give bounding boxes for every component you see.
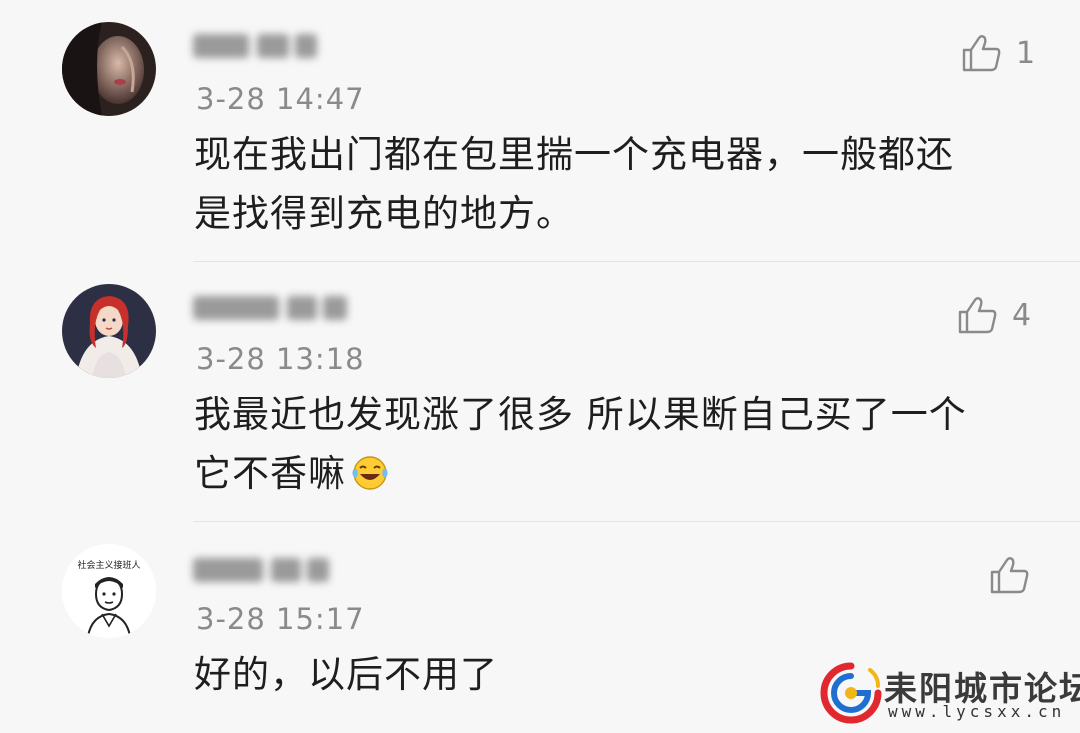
watermark-url: www.lycsxx.cn xyxy=(888,702,1066,721)
comment-text: 我最近也发现涨了很多 所以果断自己买了一个 它不香嘛 xyxy=(194,385,1014,503)
like-count: 1 xyxy=(1016,35,1036,71)
comment-text-line: 现在我出门都在包里揣一个充电器，一般都还 xyxy=(194,133,954,176)
like-button[interactable]: 4 xyxy=(958,296,1031,334)
thumbs-up-icon xyxy=(958,297,997,334)
like-count: 4 xyxy=(1012,297,1032,333)
watermark: 耒阳城市论坛 www.lycsxx.cn xyxy=(820,660,1080,726)
avatar[interactable]: 社会主义接班人 xyxy=(62,544,156,638)
laughing-crying-emoji-icon xyxy=(352,456,388,490)
timestamp: 3-28 13:18 xyxy=(196,342,365,376)
timestamp: 3-28 14:47 xyxy=(196,82,365,116)
comment-text-fragment: 它不香嘛 xyxy=(194,452,346,495)
avatar-caption: 社会主义接班人 xyxy=(77,561,141,571)
comment-text: 现在我出门都在包里揣一个充电器，一般都还 是找得到充电的地方。 xyxy=(194,125,1014,243)
thumbs-up-icon xyxy=(962,35,1001,72)
username[interactable] xyxy=(193,28,321,62)
comment-item: 3-28 13:18 我最近也发现涨了很多 所以果断自己买了一个 它不香嘛 4 xyxy=(0,262,1080,522)
thumbs-up-icon xyxy=(990,557,1029,594)
like-button[interactable]: 1 xyxy=(962,34,1035,72)
username[interactable] xyxy=(193,290,348,324)
comment-text-line: 是找得到充电的地方。 xyxy=(194,192,574,235)
avatar[interactable] xyxy=(62,284,156,378)
forum-logo-icon xyxy=(820,662,882,724)
timestamp: 3-28 15:17 xyxy=(196,602,365,636)
comment-item: 3-28 14:47 现在我出门都在包里揣一个充电器，一般都还 是找得到充电的地… xyxy=(0,0,1080,262)
avatar[interactable] xyxy=(62,22,156,116)
comment-text-line: 它不香嘛 xyxy=(194,444,1014,503)
comment-text-line: 我最近也发现涨了很多 所以果断自己买了一个 xyxy=(194,393,967,436)
like-button[interactable] xyxy=(990,556,1044,594)
username[interactable] xyxy=(193,552,331,586)
